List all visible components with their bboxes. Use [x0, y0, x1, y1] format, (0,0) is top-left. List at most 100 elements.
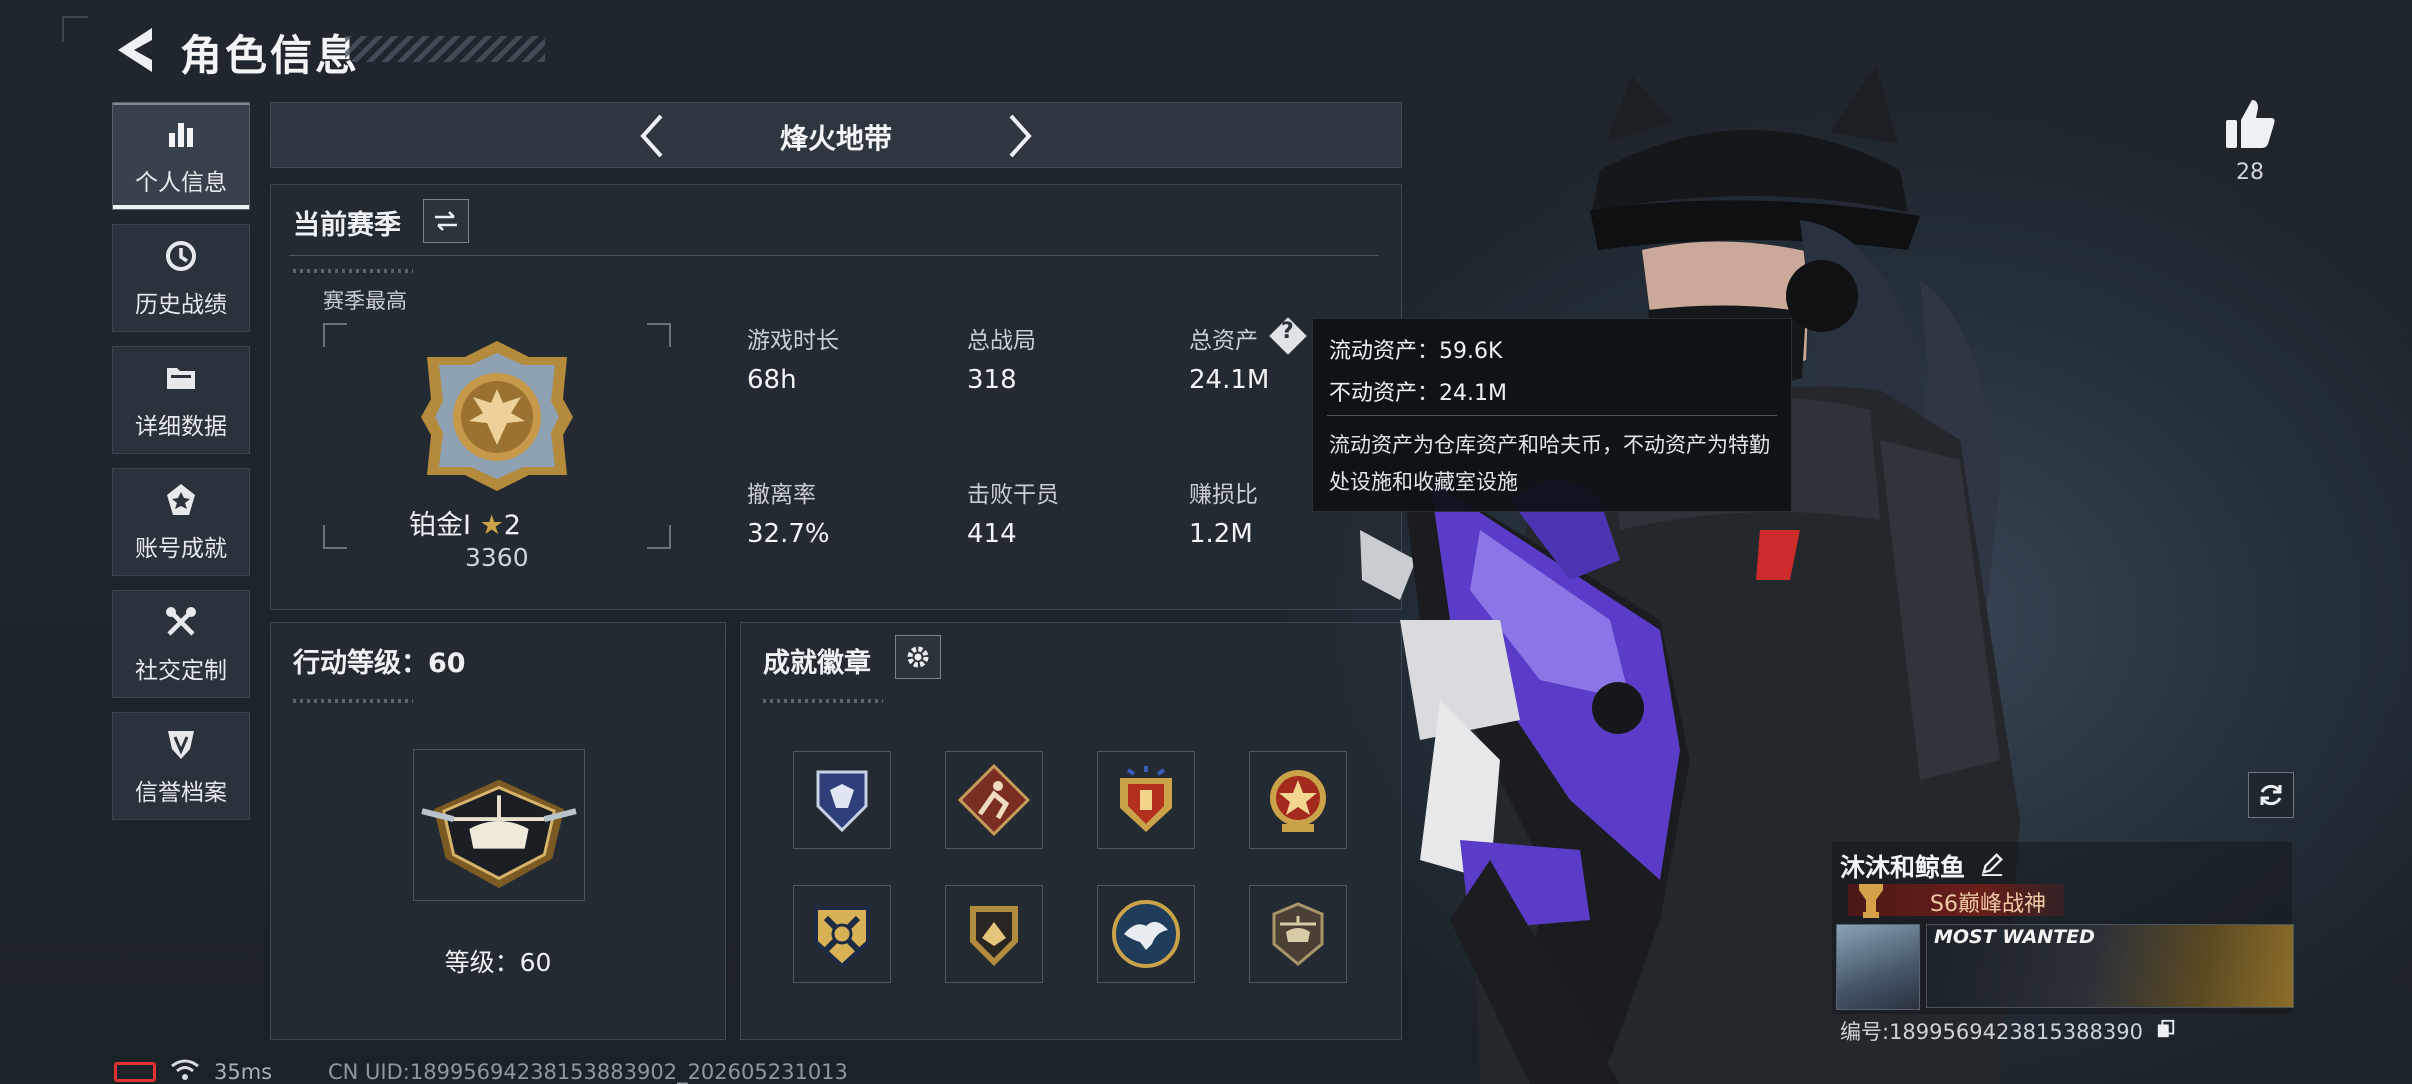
- star-icon: ★: [479, 510, 504, 541]
- badge-helicopter[interactable]: [1249, 885, 1347, 983]
- nav-item-history[interactable]: 历史战绩: [112, 224, 250, 332]
- nav-label: 历史战绩: [135, 292, 227, 318]
- frame-corner: [323, 525, 347, 549]
- nav-label: 账号成就: [135, 536, 227, 562]
- nav-item-social[interactable]: 社交定制: [112, 590, 250, 698]
- banner-text: MOST WANTED: [1934, 926, 2095, 948]
- stat-value: 68h: [747, 365, 797, 395]
- red-runner-badge-icon: [957, 763, 1031, 837]
- stat-value: 318: [967, 365, 1017, 395]
- stat-label: 赚损比: [1189, 482, 1258, 508]
- nav-item-details[interactable]: 详细数据: [112, 346, 250, 454]
- rank-medal-icon: [421, 341, 573, 491]
- season-title: 当前赛季: [293, 210, 401, 241]
- nav-label: 社交定制: [135, 658, 227, 684]
- player-title: S6巅峰战神: [1930, 892, 2046, 917]
- stat-label: 总战局: [967, 328, 1036, 354]
- action-level-panel: 行动等级：60 等级：60: [270, 622, 726, 1040]
- navy-shield-badge-icon: [816, 770, 868, 833]
- chevron-right-icon: [1009, 114, 1032, 158]
- badge-gold-hands[interactable]: [945, 885, 1043, 983]
- helicopter-badge-icon: [1272, 902, 1324, 966]
- dots-decoration: [293, 269, 413, 273]
- dots-decoration: [763, 699, 883, 703]
- trophy-icon: [1859, 884, 1883, 918]
- stat-value: 1.2M: [1189, 519, 1253, 549]
- stat-label: 总资产: [1189, 328, 1258, 354]
- badges-title: 成就徽章: [763, 648, 871, 679]
- stat-label: 击败干员: [967, 482, 1059, 508]
- nav-label: 详细数据: [135, 414, 227, 440]
- gear-icon: [907, 646, 929, 668]
- history-icon: [166, 241, 196, 271]
- copy-icon[interactable]: [2156, 1019, 2176, 1044]
- mode-title: 烽火地带: [779, 122, 892, 155]
- tooltip-liquid-assets: 流动资产：59.6K: [1329, 339, 1503, 364]
- assets-tooltip: 流动资产：59.6K 不动资产：24.1M 流动资产为仓库资产和哈夫币，不动资产…: [1312, 318, 1792, 512]
- helicopter-emblem-icon: [421, 779, 577, 889]
- battery-icon: [114, 1062, 156, 1082]
- achievement-icon: [167, 484, 195, 515]
- uid-text: CN UID:1899569423815388390​2_20260523101…: [328, 1060, 848, 1084]
- nav-item-achievements[interactable]: 账号成就: [112, 468, 250, 576]
- corner-decoration: [62, 16, 88, 42]
- season-best-label: 赛季最高: [323, 289, 407, 313]
- action-level-title: 行动等级：60: [293, 648, 466, 679]
- gold-red-shield-badge-icon: [1120, 766, 1172, 832]
- credit-shield-icon: [168, 731, 194, 759]
- dots-decoration: [293, 699, 413, 703]
- refresh-button[interactable]: [2248, 772, 2294, 818]
- season-panel: 当前赛季 赛季最高 铂金Ⅰ ★2 3360 游戏时长 68h 总战局 318 总…: [270, 184, 1402, 610]
- rank-score: 3360: [465, 543, 529, 572]
- eagle-circle-badge-icon: [1112, 900, 1180, 968]
- title-stripes: [345, 36, 545, 62]
- nav-item-credit[interactable]: 信誉档案: [112, 712, 250, 820]
- badge-red-star[interactable]: [1249, 751, 1347, 849]
- frame-corner: [647, 323, 671, 347]
- page-title: 角色信息: [180, 31, 361, 80]
- gold-hands-badge-icon: [970, 906, 1018, 966]
- season-switch-button[interactable]: [423, 199, 469, 243]
- divider: [289, 255, 1379, 256]
- ping-text: 35ms: [214, 1060, 273, 1084]
- like-button[interactable]: [2222, 96, 2278, 152]
- badge-red-runner[interactable]: [945, 751, 1043, 849]
- avatar[interactable]: [1836, 924, 1920, 1010]
- bar-chart-icon: [169, 123, 193, 147]
- tooltip-description: 流动资产为仓库资产和哈夫币，不动资产为特勤处设施和收藏室设施: [1329, 433, 1770, 494]
- badge-settings-button[interactable]: [895, 635, 941, 679]
- folder-icon: [167, 368, 195, 389]
- back-arrow-icon: [118, 28, 152, 72]
- refresh-icon: [2260, 784, 2282, 806]
- divider: [1327, 415, 1777, 416]
- badge-eagle-circle[interactable]: [1097, 885, 1195, 983]
- badge-navy-shield[interactable]: [793, 751, 891, 849]
- nav-item-personal-info[interactable]: 个人信息: [112, 102, 250, 210]
- edit-name-icon[interactable]: [1980, 853, 2004, 882]
- badge-gold-red-shield[interactable]: [1097, 751, 1195, 849]
- next-mode-button[interactable]: [999, 111, 1039, 161]
- rank-stars: 2: [503, 510, 521, 541]
- level-text: 等级：60: [444, 948, 552, 977]
- wifi-icon: [171, 1059, 199, 1080]
- tooltip-fixed-assets: 不动资产：24.1M: [1329, 381, 1507, 406]
- frame-corner: [323, 323, 347, 347]
- nav-label: 信誉档案: [135, 780, 227, 806]
- rank-name-text: 铂金Ⅰ: [409, 510, 471, 541]
- back-button[interactable]: [112, 24, 160, 76]
- mode-switcher: 烽火地带: [270, 102, 1402, 168]
- like-count: 28: [2236, 160, 2264, 185]
- swap-icon: [435, 211, 457, 231]
- stat-value: 24.1M: [1189, 365, 1270, 395]
- red-star-badge-icon: [1270, 770, 1326, 832]
- player-id: 编号:1899569423815388390: [1840, 1016, 2176, 1046]
- gold-crossed-badge-icon: [814, 906, 870, 969]
- thumbs-up-icon: [2226, 100, 2275, 148]
- tools-icon: [166, 607, 196, 636]
- rank-name: 铂金Ⅰ ★2: [409, 503, 521, 542]
- stat-value: 32.7%: [747, 519, 830, 549]
- badge-gold-crossed[interactable]: [793, 885, 891, 983]
- question-icon: ?: [1281, 319, 1294, 344]
- player-name: 沐沐和鲸鱼: [1840, 848, 2004, 884]
- level-emblem-frame: [413, 749, 585, 901]
